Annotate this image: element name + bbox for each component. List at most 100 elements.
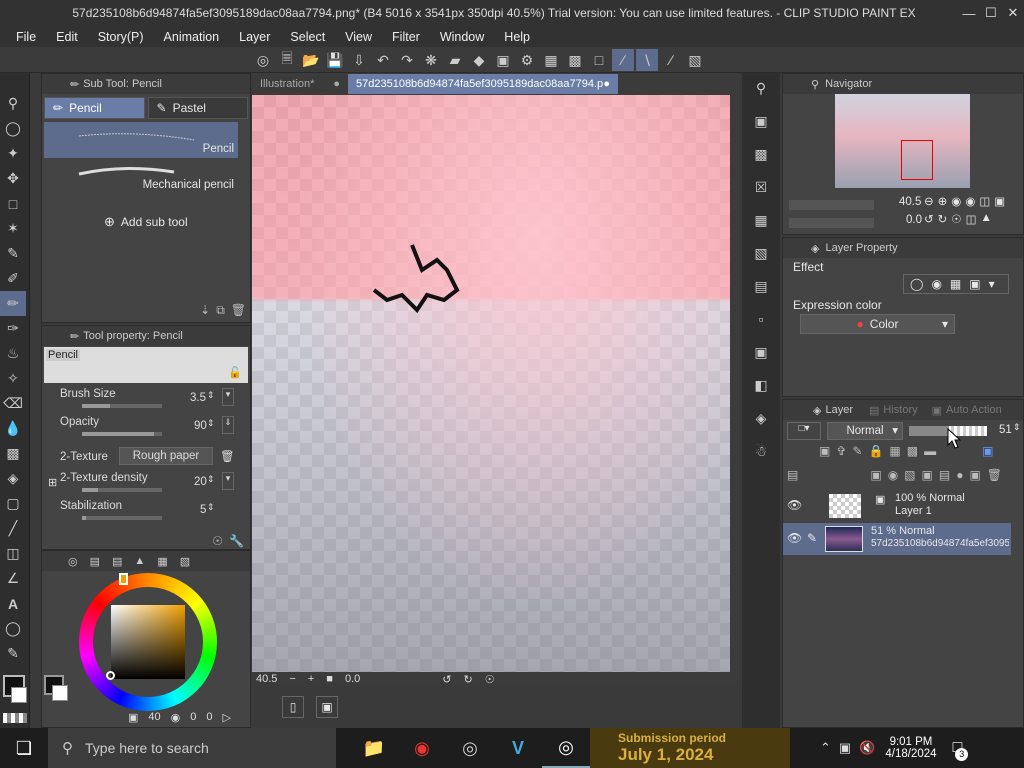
expand-icon[interactable]: ⊞	[48, 476, 57, 489]
new-folder-icon[interactable]: ▧	[904, 468, 915, 482]
layer-color-icon[interactable]: ▣	[982, 444, 993, 458]
file-explorer-icon[interactable]: 📁	[350, 728, 398, 768]
rotate-right-icon[interactable]: ↻	[938, 212, 948, 226]
brush-tool-icon[interactable]: ✑	[0, 316, 26, 341]
dropdown-icon[interactable]: ▾	[222, 388, 234, 406]
rotate-right-icon[interactable]: ↻	[463, 673, 472, 686]
dropdown-icon[interactable]: ▾	[222, 472, 234, 490]
draft-layer-icon[interactable]: ✎	[852, 444, 862, 458]
color-menu-icon[interactable]: ▷	[223, 711, 231, 724]
save-icon[interactable]: 💾	[324, 49, 346, 71]
opacity-value[interactable]: 90	[194, 420, 207, 432]
color-set-tab-icon[interactable]: ▤	[112, 555, 122, 568]
tab-illustration[interactable]: Illustration* ●	[252, 78, 348, 90]
menu-view[interactable]: View	[335, 30, 382, 44]
brush-size-slider[interactable]	[82, 404, 162, 408]
network-icon[interactable]: ▣	[839, 740, 851, 756]
approximate-color-tab-icon[interactable]: ▦	[157, 555, 167, 568]
magic-wand-tool-icon[interactable]: ✶	[0, 216, 26, 241]
stop-icon[interactable]: ◉	[965, 194, 975, 208]
tab-close-icon[interactable]: ●	[603, 78, 610, 90]
selection-tool-icon[interactable]: □	[0, 191, 26, 216]
new-vector-layer-icon[interactable]: ◉	[888, 468, 898, 482]
navigator-rotate-slider[interactable]	[789, 218, 874, 228]
zoom-out-icon[interactable]: −	[289, 673, 295, 685]
airbrush-tool-icon[interactable]: ♨	[0, 341, 26, 366]
pencil-edit-icon[interactable]: ✎	[807, 531, 817, 545]
volume-icon[interactable]: 🔇	[859, 740, 875, 756]
maximize-button[interactable]: ☐	[980, 5, 1002, 21]
canvas-angle-value[interactable]: 0.0	[345, 673, 360, 685]
snap-grid-icon[interactable]: ∕	[660, 49, 682, 71]
material-icon[interactable]: ▩	[750, 143, 772, 165]
add-sub-tool-button[interactable]: ⊕ Add sub tool	[104, 214, 188, 230]
pressure-icon[interactable]: ⇓	[222, 416, 234, 434]
menu-help[interactable]: Help	[494, 30, 540, 44]
zoom-in-icon[interactable]: +	[308, 673, 314, 685]
tab-history[interactable]: ▤ History	[865, 404, 922, 417]
move-tool-icon[interactable]: ✥	[0, 166, 26, 191]
layer-item-layer-1[interactable]: 👁 ▣ 100 % Normal Layer 1	[783, 490, 1011, 522]
delete-texture-icon[interactable]: 🗑	[220, 449, 235, 463]
item-bank-icon[interactable]: ▣	[750, 341, 772, 363]
visibility-eye-icon[interactable]: 👁	[787, 531, 802, 545]
sub-tool-item-pencil[interactable]: Pencil	[44, 122, 238, 158]
clip-studio-app-icon[interactable]: ◎	[446, 728, 494, 768]
color-history-tab-icon[interactable]: ▧	[180, 555, 190, 568]
timeline-icon[interactable]: ▯	[282, 696, 304, 718]
eyedropper-tool-icon[interactable]: ✎	[0, 241, 26, 266]
color-picker-handle[interactable]	[106, 671, 115, 680]
apply-mask-icon[interactable]: ●	[956, 468, 963, 482]
import-icon[interactable]: ⇣	[200, 303, 210, 318]
brush-size-value[interactable]: 3.5	[190, 392, 206, 404]
zoom-out-icon[interactable]: ⊖	[924, 194, 934, 208]
pencil-tool-icon[interactable]: ✏	[0, 291, 26, 316]
lock-layer-icon[interactable]: 🔒	[868, 444, 883, 458]
new-file-icon[interactable]: 🗏	[276, 49, 298, 71]
pen-tool-icon[interactable]: ✐	[0, 266, 26, 291]
layer-palette-icon[interactable]: ▤	[787, 468, 798, 482]
menu-file[interactable]: File	[6, 30, 46, 44]
snap-special-ruler-icon[interactable]: ∖	[636, 49, 658, 71]
figure-tool-icon[interactable]: ╱	[0, 516, 26, 541]
hue-handle[interactable]	[119, 573, 128, 585]
stabilization-slider[interactable]	[82, 516, 162, 520]
menu-edit[interactable]: Edit	[46, 30, 88, 44]
correct-line-tool-icon[interactable]: ✎	[0, 641, 26, 666]
effect-dropdown-icon[interactable]: ▾	[989, 277, 995, 291]
undo-icon[interactable]: ↶	[372, 49, 394, 71]
transform-icon[interactable]: ▣	[492, 49, 514, 71]
menu-animation[interactable]: Animation	[154, 30, 230, 44]
texture-effect-icon[interactable]: ▦	[950, 277, 961, 291]
delete-icon[interactable]: 🗑	[231, 303, 246, 318]
tab-pastel[interactable]: ✎ Pastel	[147, 97, 248, 119]
search-layer-icon[interactable]: ▦	[750, 209, 772, 231]
spinner-icon[interactable]: ⇕	[207, 502, 215, 513]
layer-type-select[interactable]: □▾	[787, 422, 821, 440]
balloon-tool-icon[interactable]: ◯	[0, 616, 26, 641]
saturation-value-square[interactable]	[111, 605, 185, 679]
layer-search-icon[interactable]: ▧	[750, 242, 772, 264]
minimize-button[interactable]: —	[958, 6, 980, 21]
copy-icon[interactable]: ⧉	[216, 303, 225, 318]
panel-sub-color[interactable]	[52, 685, 68, 701]
spinner-icon[interactable]: ⇕	[1013, 422, 1021, 433]
zoom-in-icon[interactable]: ⊕	[938, 194, 948, 208]
blend-mode-select[interactable]: Normal ▾	[827, 422, 903, 440]
show-selection-icon[interactable]: □	[588, 49, 610, 71]
search-box[interactable]: ⚲ Type here to search	[48, 728, 336, 768]
layer-item-image[interactable]: 👁 ✎ 51 % Normal 57d235108b6d94874fa5ef30…	[783, 523, 1011, 555]
lock-icon[interactable]: 🔓	[228, 366, 242, 379]
spinner-icon[interactable]: ⇕	[207, 418, 215, 429]
sub-tool-item-mechanical-pencil[interactable]: Mechanical pencil	[44, 160, 238, 194]
sub-view-icon[interactable]: ▣	[750, 110, 772, 132]
frame-tool-icon[interactable]: ◫	[0, 541, 26, 566]
intermediate-color-tab-icon[interactable]: ▲	[134, 555, 145, 567]
notification-button[interactable]: □ 3	[953, 739, 969, 761]
snap-ruler-icon[interactable]: ∕	[612, 49, 634, 71]
3d-icon[interactable]: ◈	[750, 407, 772, 429]
tab-current-image[interactable]: 57d235108b6d94874fa5ef3095189dac08aa7794…	[348, 74, 618, 94]
fit-navigator-icon[interactable]: ◉	[951, 194, 961, 208]
merge-layer-icon[interactable]: ▣	[922, 468, 933, 482]
bucket-tool-icon[interactable]: ◈	[0, 466, 26, 491]
